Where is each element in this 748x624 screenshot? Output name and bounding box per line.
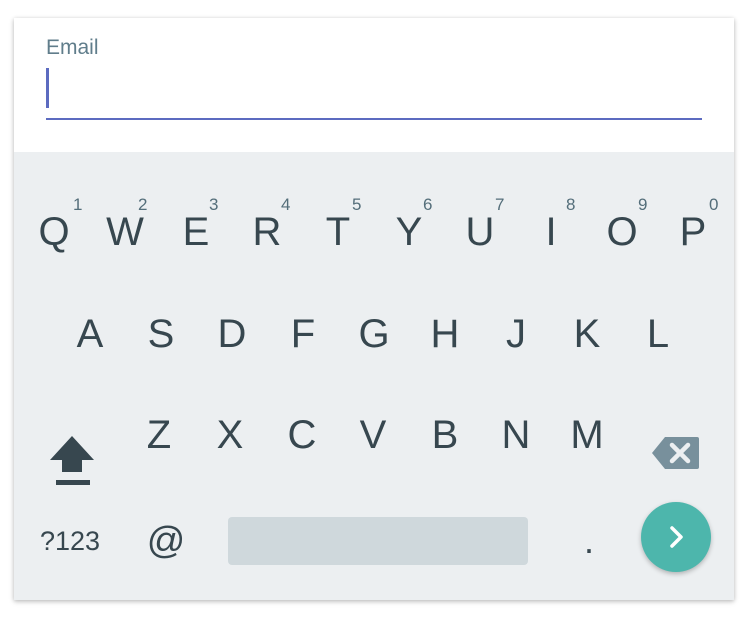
- symbols-key[interactable]: ?123: [30, 517, 110, 565]
- key-label: U: [465, 209, 495, 254]
- key-hint: 0: [709, 195, 719, 214]
- key-hint: 4: [281, 195, 291, 214]
- key-label: L: [646, 311, 670, 356]
- key-l[interactable]: L: [628, 299, 688, 369]
- key-d[interactable]: D: [202, 299, 262, 369]
- email-field-area: Email: [14, 18, 734, 152]
- key-label: I: [545, 209, 557, 254]
- chevron-right-icon: [670, 526, 683, 548]
- key-hint: 7: [495, 195, 505, 214]
- key-hint: 5: [352, 195, 362, 214]
- key-s[interactable]: S: [131, 299, 191, 369]
- key-x[interactable]: X: [200, 400, 260, 470]
- key-label: S: [147, 311, 175, 356]
- key-label: Q: [38, 209, 70, 254]
- key-label: G: [358, 311, 390, 356]
- key-label: Z: [146, 412, 172, 457]
- key-label: R: [252, 209, 282, 254]
- key-hint: 1: [73, 195, 83, 214]
- key-label: Y: [395, 209, 423, 254]
- key-label: M: [570, 412, 604, 457]
- key-label: E: [182, 209, 210, 254]
- key-label: K: [573, 311, 601, 356]
- email-card: Email Q 1 W 2 E 3 R 4 T 5 Y 6 U 7 I 8 O …: [14, 18, 734, 600]
- key-hint: 3: [209, 195, 219, 214]
- key-label: T: [325, 209, 351, 254]
- key-hint: 6: [423, 195, 433, 214]
- key-h[interactable]: H: [415, 299, 475, 369]
- key-g[interactable]: G: [344, 299, 404, 369]
- key-label: D: [217, 311, 247, 356]
- key-label: H: [430, 311, 460, 356]
- key-n[interactable]: N: [486, 400, 546, 470]
- key-label: O: [606, 209, 638, 254]
- key-label: P: [679, 209, 707, 254]
- key-label: C: [287, 412, 317, 457]
- shift-icon: [50, 436, 94, 485]
- enter-button[interactable]: [641, 502, 711, 572]
- soft-keyboard: Q 1 W 2 E 3 R 4 T 5 Y 6 U 7 I 8 O 9 P 0 …: [14, 152, 734, 600]
- key-z[interactable]: Z: [129, 400, 189, 470]
- email-label: Email: [46, 36, 99, 59]
- key-label: F: [290, 311, 316, 356]
- key-label: B: [431, 412, 459, 457]
- backspace-key[interactable]: [651, 435, 701, 471]
- key-a[interactable]: A: [60, 299, 120, 369]
- shift-key[interactable]: [48, 434, 96, 486]
- key-b[interactable]: B: [415, 400, 475, 470]
- key-label: N: [501, 412, 531, 457]
- backspace-icon: [652, 437, 699, 469]
- email-input[interactable]: [46, 62, 702, 120]
- key-label: W: [106, 209, 144, 254]
- key-v[interactable]: V: [343, 400, 403, 470]
- key-label: @: [146, 519, 186, 562]
- at-key[interactable]: @: [136, 506, 196, 576]
- key-c[interactable]: C: [272, 400, 332, 470]
- key-hint: 9: [638, 195, 648, 214]
- space-bar[interactable]: [228, 517, 528, 565]
- key-k[interactable]: K: [557, 299, 617, 369]
- key-hint: 8: [566, 195, 576, 214]
- key-label: J: [506, 311, 526, 356]
- key-label: X: [216, 412, 244, 457]
- text-caret: [46, 68, 49, 108]
- key-hint: 2: [138, 195, 148, 214]
- key-label: A: [76, 311, 104, 356]
- key-f[interactable]: F: [273, 299, 333, 369]
- key-j[interactable]: J: [486, 299, 546, 369]
- key-label: V: [359, 412, 387, 457]
- key-label: .: [583, 520, 594, 561]
- period-key[interactable]: .: [559, 506, 619, 576]
- key-m[interactable]: M: [557, 400, 617, 470]
